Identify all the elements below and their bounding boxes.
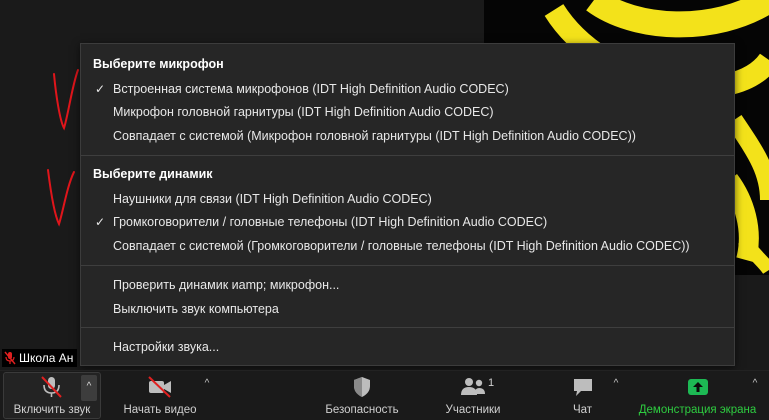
participant-name-tag: Школа Ан <box>2 349 78 367</box>
menu-divider <box>81 155 734 156</box>
selected-check-icon: ✓ <box>95 215 106 229</box>
participant-name: Школа Ан <box>19 351 74 365</box>
microphone-option-same-as-system[interactable]: Совпадает с системой (Микрофон головной … <box>81 125 734 147</box>
audio-settings-option[interactable]: Настройки звука... <box>81 336 734 358</box>
share-screen-button[interactable]: Демонстрация экрана <box>630 371 765 420</box>
speaker-option-headphones[interactable]: Наушники для связи (IDT High Definition … <box>81 188 734 210</box>
participants-button[interactable]: Участники <box>438 371 508 420</box>
meeting-toolbar: Включить звук ^ Начать видео ^ Безопасно… <box>0 370 769 420</box>
test-speaker-mic-option[interactable]: Проверить динамик иamp; микрофон... <box>81 274 734 296</box>
speaker-section-heading: Выберите динамик <box>93 167 213 181</box>
share-screen-icon <box>687 379 708 395</box>
video-off-icon <box>148 376 171 398</box>
menu-divider <box>81 265 734 266</box>
speaker-option-same-as-system[interactable]: Совпадает с системой (Громкоговорители /… <box>81 235 734 257</box>
audio-options-caret[interactable]: ^ <box>81 375 97 401</box>
muted-mic-icon <box>4 351 16 365</box>
security-button[interactable]: Безопасность <box>318 371 406 420</box>
red-annotation-mark-2 <box>47 169 75 227</box>
chat-icon <box>573 379 592 396</box>
audio-options-menu: Выберите микрофон ✓ Встроенная система м… <box>80 43 735 366</box>
speaker-option-loudspeakers[interactable]: ✓ Громкоговорители / головные телефоны (… <box>81 211 734 233</box>
chat-button[interactable]: Чат <box>555 371 610 420</box>
shield-icon <box>354 377 370 397</box>
microphone-option-headset[interactable]: Микрофон головной гарнитуры (IDT High De… <box>81 101 734 123</box>
muted-mic-icon <box>41 376 62 398</box>
leave-computer-audio-option[interactable]: Выключить звук компьютера <box>81 298 734 320</box>
participants-count-badge: 1 <box>488 377 495 389</box>
selected-check-icon: ✓ <box>95 82 106 96</box>
share-options-caret[interactable]: ^ <box>748 377 762 391</box>
microphone-section-heading: Выберите микрофон <box>93 57 224 71</box>
chat-options-caret[interactable]: ^ <box>609 377 623 391</box>
participants-icon <box>461 378 485 395</box>
microphone-option-builtin[interactable]: ✓ Встроенная система микрофонов (IDT Hig… <box>81 78 734 100</box>
menu-divider <box>81 327 734 328</box>
video-options-caret[interactable]: ^ <box>200 377 214 391</box>
start-video-button[interactable]: Начать видео <box>115 371 205 420</box>
